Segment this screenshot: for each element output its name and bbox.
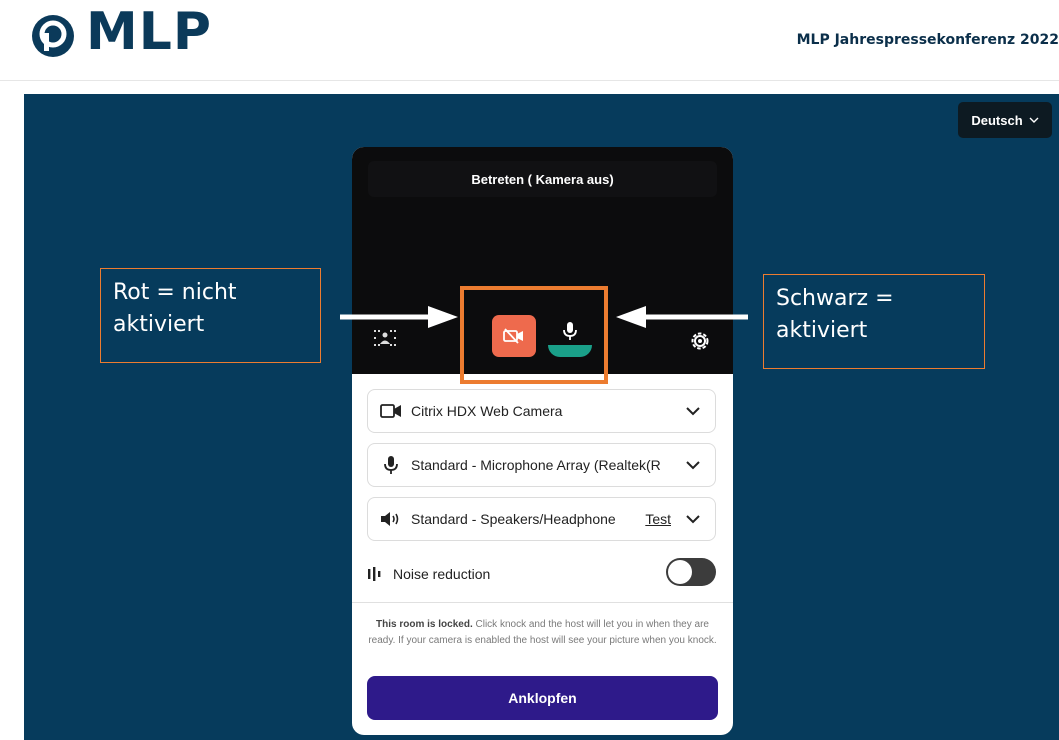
room-locked-title: This room is locked. [376, 619, 473, 630]
preview-title: Betreten ( Kamera aus) [368, 161, 717, 197]
controls-highlight-box [460, 286, 608, 384]
chevron-down-icon [686, 514, 700, 523]
callout-black-activated: Schwarz = aktiviert [763, 274, 985, 369]
noise-reduction-icon [368, 567, 381, 581]
camera-device-label: Citrix HDX Web Camera [411, 403, 563, 419]
camera-icon [380, 404, 401, 418]
callout-left-line2: aktiviert [113, 312, 205, 337]
speaker-test-link[interactable]: Test [645, 511, 671, 527]
language-select[interactable]: Deutsch [958, 102, 1052, 138]
camera-select[interactable]: Citrix HDX Web Camera [367, 389, 716, 433]
chevron-down-icon [1029, 117, 1039, 123]
language-label: Deutsch [971, 112, 1023, 128]
chevron-down-icon [686, 460, 700, 469]
logo-text: MLP [86, 2, 212, 62]
microphone-icon [384, 456, 398, 474]
toggle-knob [668, 560, 692, 584]
callout-right-line1: Schwarz = [776, 286, 894, 311]
arrow-right-icon [340, 306, 458, 328]
speaker-icon [381, 512, 399, 526]
callout-right-line2: aktiviert [776, 318, 868, 343]
callout-left-line1: Rot = nicht [113, 280, 237, 305]
knock-button[interactable]: Anklopfen [367, 676, 718, 720]
background-blur-icon[interactable] [374, 330, 396, 346]
arrow-left-icon [616, 306, 748, 328]
callout-red-not-activated: Rot = nicht aktiviert [100, 268, 321, 363]
speaker-device-label: Standard - Speakers/Headphone [411, 511, 616, 527]
noise-reduction-row: Noise reduction [367, 556, 716, 592]
noise-reduction-toggle[interactable] [666, 558, 716, 586]
speaker-select[interactable]: Standard - Speakers/Headphone Test [367, 497, 716, 541]
noise-reduction-label: Noise reduction [393, 566, 491, 582]
divider [352, 602, 733, 603]
microphone-select[interactable]: Standard - Microphone Array (Realtek(R [367, 443, 716, 487]
event-title: MLP Jahrespressekonferenz 2022 [796, 32, 1059, 48]
chevron-down-icon [686, 406, 700, 415]
join-panel: Betreten ( Kamera aus) Citrix HDX Web Ca… [352, 147, 733, 735]
microphone-device-label: Standard - Microphone Array (Realtek(R [411, 457, 661, 473]
header-bar: MLP MLP Jahrespressekonferenz 2022 [0, 0, 1059, 81]
mlp-logo-icon [32, 15, 74, 57]
settings-icon[interactable] [689, 330, 711, 352]
room-locked-message: This room is locked. Click knock and the… [366, 617, 719, 649]
